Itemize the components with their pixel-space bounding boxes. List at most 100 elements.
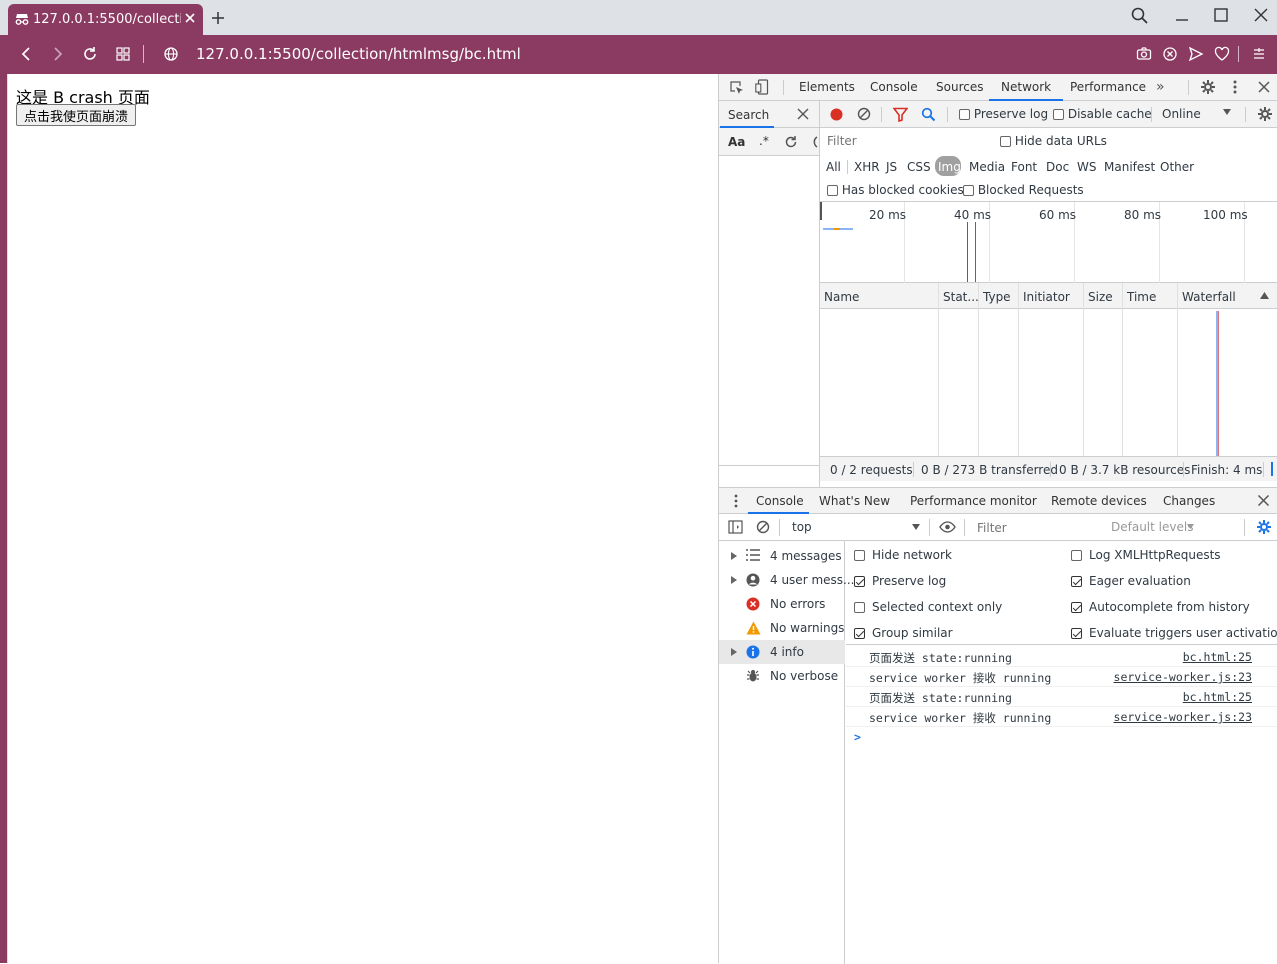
tab-sources[interactable]: Sources	[936, 80, 983, 94]
console-filter-input[interactable]	[973, 518, 1099, 537]
hide-data-urls[interactable]: Hide data URLs	[1000, 134, 1107, 148]
setting-hide-network[interactable]: Hide network	[854, 548, 952, 562]
more-tabs-icon[interactable]: »	[1156, 79, 1165, 95]
close-devtools-icon[interactable]	[1257, 80, 1271, 94]
device-toolbar-icon[interactable]	[755, 79, 770, 95]
network-settings-icon[interactable]	[1257, 106, 1273, 122]
inspect-element-icon[interactable]	[729, 80, 744, 95]
sidebar-item-warnings[interactable]: No warnings	[719, 616, 845, 640]
filter-all[interactable]: All	[826, 160, 841, 174]
hide-data-urls-checkbox[interactable]	[1000, 136, 1011, 147]
close-window-icon[interactable]	[1251, 6, 1271, 26]
console-prompt[interactable]: >	[846, 727, 1277, 747]
maximize-icon[interactable]	[1211, 6, 1231, 26]
column-time[interactable]: Time	[1127, 290, 1156, 304]
clear-console-icon[interactable]	[756, 520, 770, 534]
network-overview-timeline[interactable]: 20 ms 40 ms 60 ms 80 ms 100 ms	[820, 201, 1277, 283]
drawer-menu-icon[interactable]	[733, 494, 739, 508]
eval-triggers-checkbox[interactable]	[1071, 628, 1082, 639]
eager-eval-checkbox[interactable]	[1071, 576, 1082, 587]
preserve-log-checkbox[interactable]	[959, 109, 970, 120]
minimize-icon[interactable]	[1172, 6, 1192, 26]
column-status[interactable]: Stat...	[943, 290, 979, 304]
setting-preserve-log[interactable]: Preserve log	[854, 574, 946, 588]
tab-network[interactable]: Network	[1001, 80, 1051, 94]
apps-icon[interactable]	[115, 46, 131, 62]
console-settings-icon[interactable]	[1256, 519, 1272, 535]
filter-manifest[interactable]: Manifest	[1104, 160, 1155, 174]
record-icon[interactable]	[829, 107, 844, 122]
column-waterfall[interactable]: Waterfall	[1182, 290, 1236, 304]
hide-network-checkbox[interactable]	[854, 550, 865, 561]
tab-console[interactable]: Console	[870, 80, 918, 94]
setting-autocomplete[interactable]: Autocomplete from history	[1071, 600, 1250, 614]
setting-eval-triggers[interactable]: Evaluate triggers user activation	[1071, 626, 1277, 640]
filter-css[interactable]: CSS	[907, 160, 931, 174]
drawer-tab-changes[interactable]: Changes	[1163, 494, 1215, 508]
search-network-icon[interactable]	[921, 107, 936, 122]
crash-page-button[interactable]: 点击我使页面崩溃	[16, 104, 137, 126]
column-type[interactable]: Type	[983, 290, 1011, 304]
sidebar-item-info[interactable]: 4 info	[719, 640, 845, 664]
expand-arrow-icon[interactable]	[731, 552, 737, 560]
back-icon[interactable]	[18, 46, 34, 62]
drawer-tab-console[interactable]: Console	[756, 494, 804, 508]
address-bar[interactable]: 127.0.0.1:5500/collection/htmlmsg/bc.htm…	[196, 45, 521, 63]
search-tabs-icon[interactable]	[1130, 6, 1150, 26]
column-initiator[interactable]: Initiator	[1023, 290, 1070, 304]
drawer-tab-whats-new[interactable]: What's New	[819, 494, 890, 508]
reload-icon[interactable]	[82, 46, 98, 62]
setting-log-xhr[interactable]: Log XMLHttpRequests	[1071, 548, 1221, 562]
browser-tab[interactable]: 127.0.0.1:5500/collection	[8, 4, 203, 35]
match-case-toggle[interactable]: Aa	[728, 135, 745, 149]
heart-icon[interactable]	[1214, 46, 1230, 62]
filter-media[interactable]: Media	[969, 160, 1005, 174]
tab-performance[interactable]: Performance	[1070, 80, 1146, 94]
block-icon[interactable]	[1162, 46, 1178, 62]
send-icon[interactable]	[1188, 46, 1204, 62]
filter-js[interactable]: JS	[886, 160, 897, 174]
log-levels-select[interactable]: Default levels	[1111, 520, 1193, 534]
selected-context-checkbox[interactable]	[854, 602, 865, 613]
tab-elements[interactable]: Elements	[799, 80, 855, 94]
preserve-log-net[interactable]: Preserve log	[959, 107, 1048, 121]
disable-cache[interactable]: Disable cache	[1053, 107, 1152, 121]
sidebar-item-user-messages[interactable]: 4 user mess...	[719, 568, 854, 592]
blocked-requests-checkbox[interactable]	[963, 185, 974, 196]
regex-toggle[interactable]: .*	[759, 134, 769, 148]
filter-doc[interactable]: Doc	[1046, 160, 1069, 174]
has-blocked-cookies[interactable]: Has blocked cookies	[827, 183, 964, 197]
setting-selected-context[interactable]: Selected context only	[854, 600, 1002, 614]
message-source-link[interactable]: bc.html:25	[1183, 650, 1252, 664]
log-xhr-checkbox[interactable]	[1071, 550, 1082, 561]
filter-xhr[interactable]: XHR	[854, 160, 880, 174]
refresh-search-icon[interactable]	[784, 135, 798, 149]
filter-font[interactable]: Font	[1011, 160, 1037, 174]
new-tab-icon[interactable]	[210, 10, 226, 26]
setting-group-similar[interactable]: Group similar	[854, 626, 953, 640]
throttling-select[interactable]: Online	[1162, 107, 1201, 121]
clear-icon[interactable]	[857, 107, 871, 121]
context-select[interactable]: top	[792, 520, 812, 534]
close-drawer-icon[interactable]	[1257, 494, 1270, 507]
filter-icon[interactable]	[893, 107, 908, 122]
close-search-icon[interactable]	[797, 108, 809, 120]
disable-cache-checkbox[interactable]	[1053, 109, 1064, 120]
drawer-tab-remote-devices[interactable]: Remote devices	[1051, 494, 1147, 508]
screenshot-icon[interactable]	[1136, 46, 1152, 62]
menu-icon[interactable]	[1251, 46, 1267, 62]
kebab-menu-icon[interactable]	[1232, 79, 1238, 95]
filter-ws[interactable]: WS	[1077, 160, 1096, 174]
setting-eager-evaluation[interactable]: Eager evaluation	[1071, 574, 1191, 588]
blocked-cookies-checkbox[interactable]	[827, 185, 838, 196]
sidebar-item-messages[interactable]: 4 messages	[719, 544, 845, 568]
message-source-link[interactable]: service-worker.js:23	[1114, 670, 1252, 684]
message-source-link[interactable]: service-worker.js:23	[1114, 710, 1252, 724]
column-size[interactable]: Size	[1088, 290, 1113, 304]
clear-search-icon[interactable]	[811, 135, 819, 149]
filter-other[interactable]: Other	[1160, 160, 1194, 174]
preserve-log-console-checkbox[interactable]	[854, 576, 865, 587]
settings-gear-icon[interactable]	[1200, 79, 1216, 95]
column-name[interactable]: Name	[824, 290, 859, 304]
live-expression-eye-icon[interactable]	[939, 521, 956, 533]
